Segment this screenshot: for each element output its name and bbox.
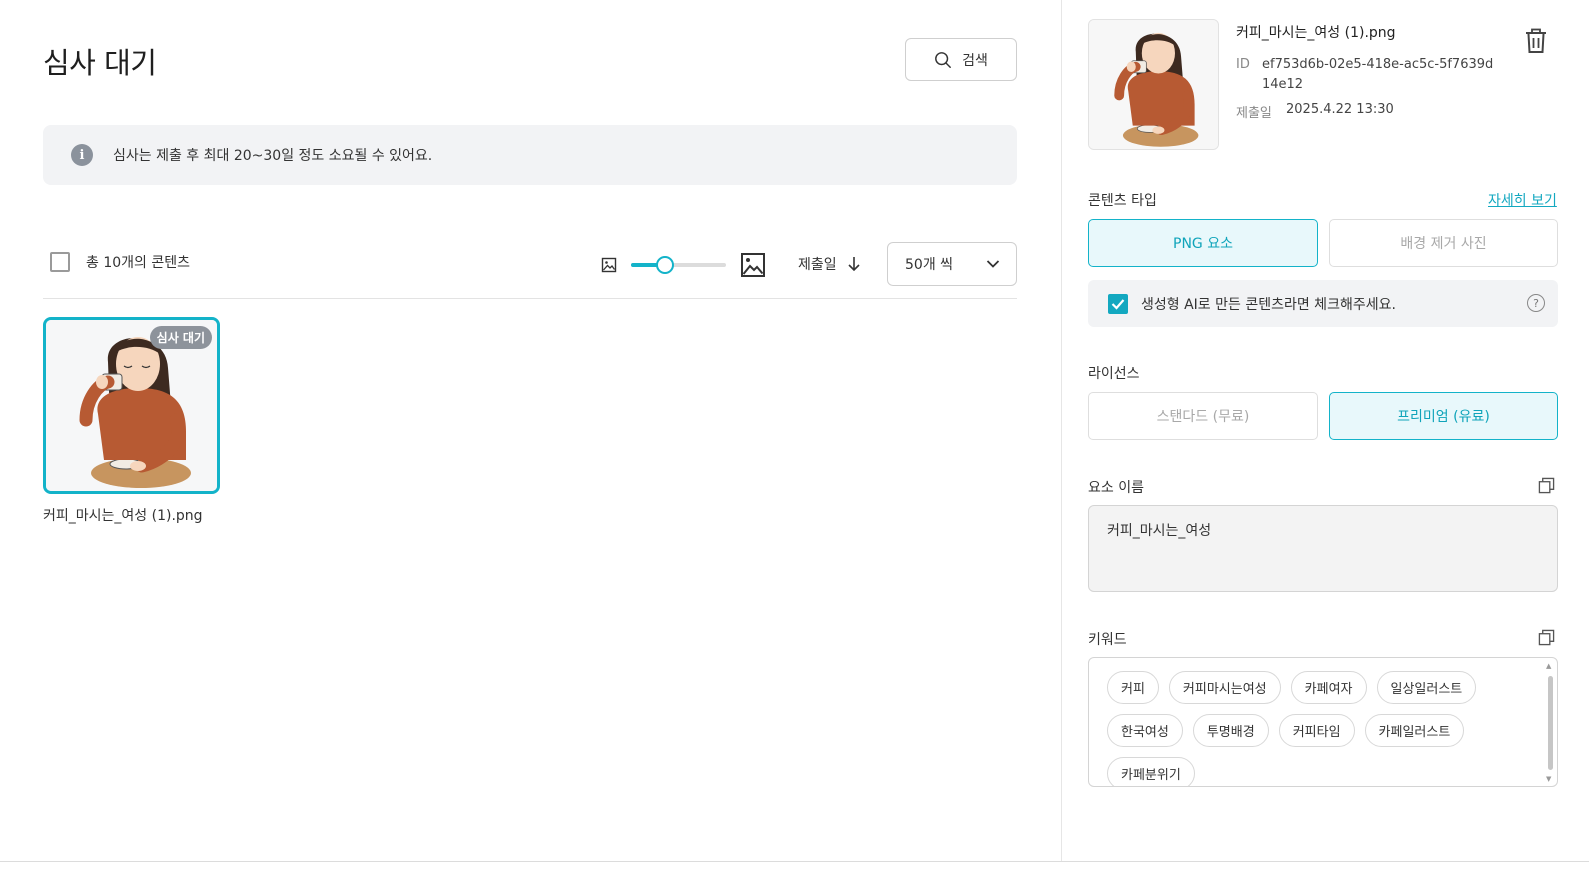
- keyword-chip[interactable]: 한국여성: [1107, 714, 1183, 747]
- keyword-chip[interactable]: 카페일러스트: [1364, 714, 1465, 747]
- content-card[interactable]: 심사 대기: [43, 317, 220, 494]
- search-button-label: 검색: [962, 52, 988, 69]
- check-icon: [1111, 298, 1125, 310]
- scrollbar-thumb[interactable]: [1548, 676, 1553, 770]
- bottom-border: [0, 861, 1589, 862]
- arrow-down-icon: [848, 257, 860, 272]
- thumbnail-size-slider[interactable]: [631, 256, 726, 274]
- toolbar-divider: [43, 298, 1017, 299]
- license-standard-button[interactable]: 스탠다드 (무료): [1088, 392, 1318, 440]
- content-type-png-button[interactable]: PNG 요소: [1088, 219, 1318, 267]
- license-label: 라이선스: [1088, 366, 1140, 382]
- id-value: ef753d6b-02e5-418e-ac5c-5f7639d14e12: [1262, 57, 1494, 92]
- info-icon: i: [71, 144, 93, 166]
- search-button[interactable]: 검색: [905, 38, 1017, 81]
- review-list-area: 심사 대기 검색 i 심사는 제출 후 최대 20~30일 정도 소요될 수 있…: [0, 0, 1062, 862]
- select-all[interactable]: 총 10개의 콘텐츠: [50, 252, 190, 272]
- copy-keywords-icon[interactable]: [1538, 629, 1555, 646]
- chevron-down-icon: [986, 260, 1000, 268]
- keyword-chip[interactable]: 커피마시는여성: [1168, 671, 1281, 704]
- help-icon[interactable]: ?: [1527, 294, 1545, 312]
- ai-check-label: 생성형 AI로 만든 콘텐츠라면 체크해주세요.: [1141, 296, 1396, 313]
- view-details-link[interactable]: 자세히 보기: [1488, 190, 1557, 210]
- card-filename: 커피_마시는_여성 (1).png: [43, 508, 203, 524]
- scroll-down-arrow[interactable]: ▼: [1546, 775, 1551, 783]
- element-name-field[interactable]: 커피_마시는_여성: [1088, 505, 1558, 592]
- notice-text: 심사는 제출 후 최대 20~30일 정도 소요될 수 있어요.: [113, 148, 433, 164]
- id-label: ID: [1236, 57, 1250, 72]
- keyword-chip[interactable]: 카페분위기: [1107, 757, 1195, 786]
- per-page-value: 50개 씩: [905, 257, 954, 273]
- copy-icon[interactable]: [1538, 477, 1555, 494]
- sort-label: 제출일: [798, 257, 837, 273]
- keywords-field[interactable]: 커피 커피마시는여성 카페여자 일상일러스트 한국여성 투명배경 커피타임 카페…: [1088, 657, 1558, 787]
- page-title: 심사 대기: [43, 46, 157, 80]
- keyword-chip[interactable]: 카페여자: [1290, 671, 1367, 704]
- detail-thumbnail: [1088, 19, 1219, 150]
- content-type-label: 콘텐츠 타입: [1088, 193, 1157, 209]
- keywords-scrollbar[interactable]: ▲ ▼: [1546, 662, 1554, 784]
- thumbnail-size-control: [601, 252, 766, 278]
- keywords-label: 키워드: [1088, 632, 1127, 648]
- ai-generated-check[interactable]: 생성형 AI로 만든 콘텐츠라면 체크해주세요. ?: [1088, 280, 1558, 327]
- select-all-checkbox[interactable]: [50, 252, 70, 272]
- small-image-icon[interactable]: [601, 257, 617, 273]
- detail-filename: 커피_마시는_여성 (1).png: [1236, 25, 1396, 41]
- keyword-chip[interactable]: 커피타임: [1278, 714, 1355, 747]
- info-notice: i 심사는 제출 후 최대 20~30일 정도 소요될 수 있어요.: [43, 125, 1017, 185]
- keyword-chip[interactable]: 일상일러스트: [1376, 671, 1477, 704]
- keyword-chips: 커피 커피마시는여성 카페여자 일상일러스트 한국여성 투명배경 커피타임 카페…: [1107, 671, 1533, 786]
- sort-by-date[interactable]: 제출일: [798, 254, 861, 274]
- scroll-up-arrow[interactable]: ▲: [1546, 662, 1551, 670]
- search-icon: [935, 51, 952, 68]
- list-toolbar: 총 10개의 콘텐츠 제출일 50개 씩: [43, 242, 1017, 286]
- slider-thumb[interactable]: [656, 256, 675, 274]
- coffee-woman-thumbnail: [1089, 20, 1218, 149]
- submit-date-label: 제출일: [1236, 106, 1272, 121]
- keyword-chip[interactable]: 투명배경: [1192, 714, 1269, 747]
- ai-checkbox[interactable]: [1108, 293, 1128, 314]
- status-badge: 심사 대기: [149, 326, 212, 349]
- per-page-select[interactable]: 50개 씩: [887, 242, 1017, 286]
- content-type-bg-removed-button[interactable]: 배경 제거 사진: [1329, 219, 1558, 267]
- submit-date-value: 2025.4.22 13:30: [1286, 102, 1394, 117]
- element-name-label: 요소 이름: [1088, 480, 1144, 496]
- keyword-chip[interactable]: 커피: [1107, 671, 1159, 704]
- detail-panel: 커피_마시는_여성 (1).png ID ef753d6b-02e5-418e-…: [1061, 0, 1589, 862]
- license-premium-button[interactable]: 프리미엄 (유료): [1329, 392, 1558, 440]
- trash-icon[interactable]: [1524, 28, 1548, 54]
- total-count-label: 총 10개의 콘텐츠: [86, 255, 190, 271]
- large-image-icon[interactable]: [740, 252, 766, 278]
